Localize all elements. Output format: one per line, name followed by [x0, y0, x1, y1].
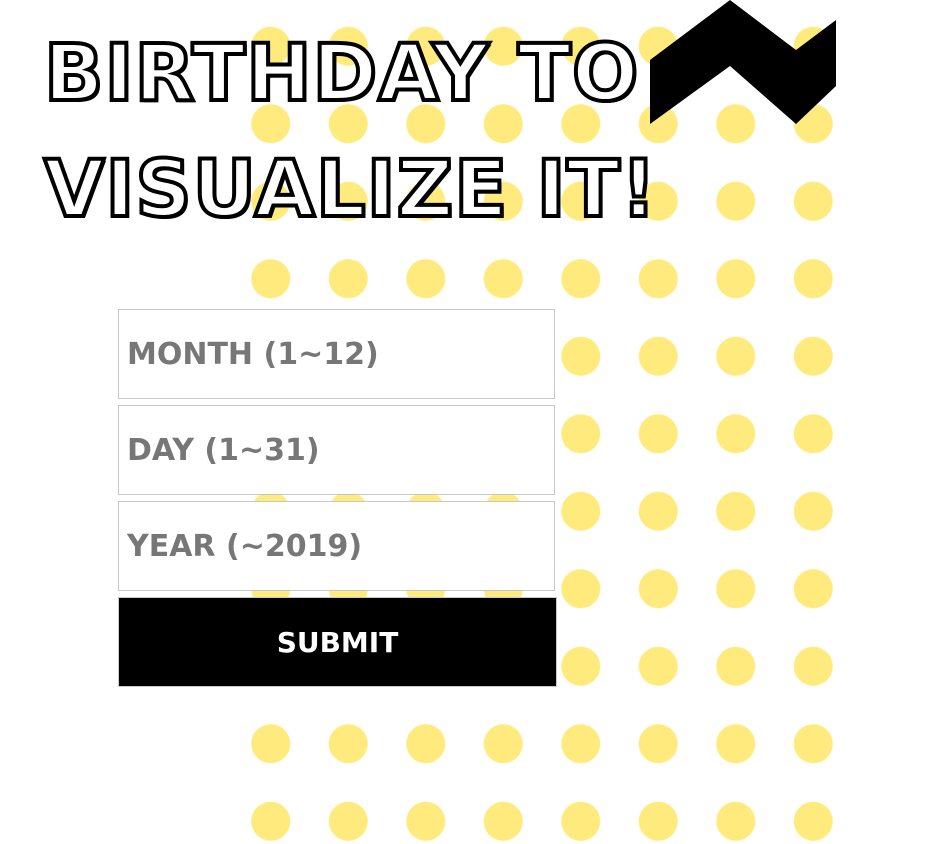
- title-line-2: VISUALIZE IT!: [42, 143, 658, 237]
- right-margin: [836, 0, 936, 844]
- title-line-1: BIRTHDAY TO: [42, 27, 640, 121]
- year-input[interactable]: [118, 501, 555, 591]
- birthday-form: SUBMIT: [118, 309, 557, 687]
- day-input[interactable]: [118, 405, 555, 495]
- zigzag-chevron-shape: [650, 0, 836, 124]
- page-title: BIRTHDAY TO VISUALIZE IT!: [42, 16, 658, 248]
- submit-button[interactable]: SUBMIT: [118, 597, 557, 687]
- month-input[interactable]: [118, 309, 555, 399]
- page: BIRTHDAY TO VISUALIZE IT! SUBMIT: [0, 0, 936, 844]
- zigzag-chevron-icon: [650, 0, 836, 124]
